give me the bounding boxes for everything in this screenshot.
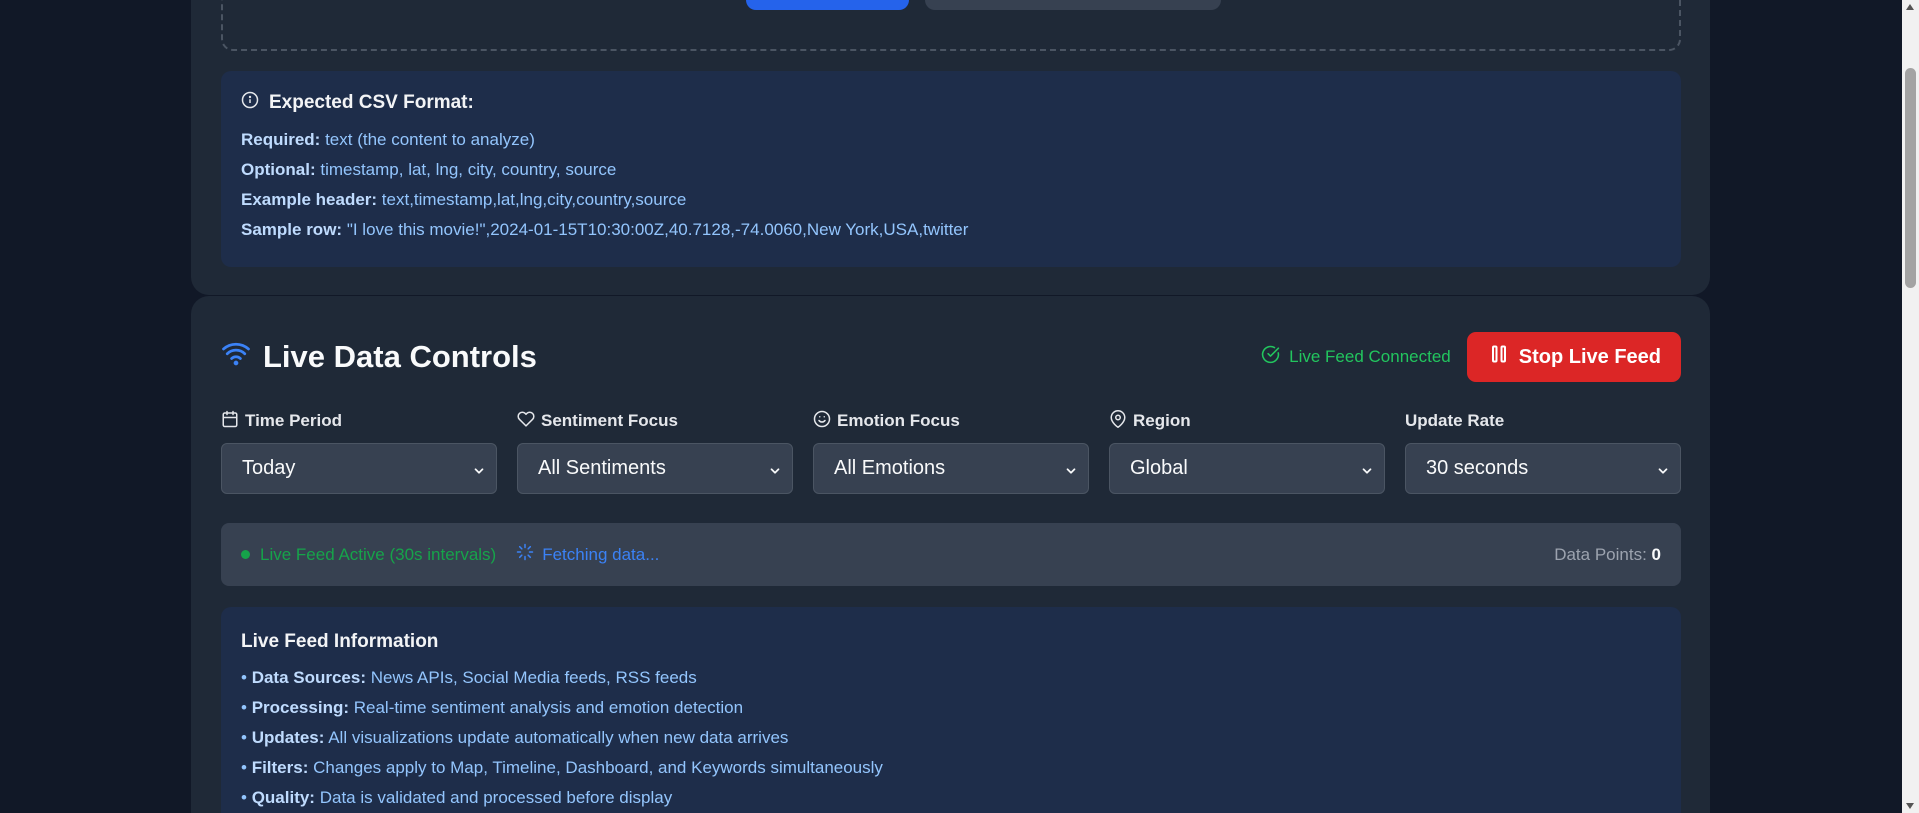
feed-item-label: Data Sources:	[251, 668, 367, 687]
data-points-value: 0	[1651, 544, 1661, 564]
info-icon	[241, 91, 259, 115]
live-controls-heading: Live Data Controls	[221, 338, 537, 376]
pause-icon	[1491, 345, 1507, 369]
connection-status-text: Live Feed Connected	[1289, 347, 1451, 366]
filter-label-text: Update Rate	[1405, 411, 1505, 430]
live-data-controls-card: Live Data Controls Live Feed Connected S…	[191, 296, 1710, 813]
filter-label: Update Rate	[1405, 409, 1681, 433]
stop-live-feed-label: Stop Live Feed	[1518, 345, 1661, 368]
select-value: All Sentiments	[538, 457, 666, 479]
csv-line-value: "I love this movie!",2024-01-15T10:30:00…	[346, 220, 969, 239]
time-period-select[interactable]: Today	[221, 443, 497, 494]
calendar-icon	[221, 410, 239, 433]
csv-line-label: Optional:	[241, 160, 316, 179]
chevron-down-icon	[1064, 461, 1078, 484]
filter-emotion-focus: Emotion Focus All Emotions	[813, 409, 1089, 494]
csv-line-label: Example header:	[241, 190, 378, 209]
feed-item-value: Real-time sentiment analysis and emotion…	[353, 698, 744, 717]
csv-example-header-line: Example header: text,timestamp,lat,lng,c…	[241, 185, 1661, 215]
emotion-focus-select[interactable]: All Emotions	[813, 443, 1089, 494]
feed-item-value: Changes apply to Map, Timeline, Dashboar…	[313, 758, 883, 777]
upload-secondary-button[interactable]	[925, 0, 1221, 10]
upload-card: Expected CSV Format: Required: text (the…	[191, 0, 1710, 295]
data-points-counter: Data Points: 0	[1554, 545, 1661, 565]
filter-controls: Time Period Today Sentiment Focus All Se…	[221, 409, 1681, 494]
csv-required-line: Required: text (the content to analyze)	[241, 125, 1661, 155]
live-controls-title: Live Data Controls	[263, 339, 537, 374]
csv-line-label: Sample row:	[241, 220, 343, 239]
filter-label: Emotion Focus	[813, 409, 1089, 433]
csv-sample-row-line: Sample row: "I love this movie!",2024-01…	[241, 215, 1661, 245]
filter-label-text: Time Period	[245, 411, 342, 430]
status-dot	[241, 550, 250, 559]
feed-info-item: • Filters: Changes apply to Map, Timelin…	[241, 758, 883, 777]
fetching-text: Fetching data...	[542, 544, 660, 564]
live-controls-header: Live Data Controls Live Feed Connected S…	[221, 332, 1681, 382]
feed-item-value: All visualizations update automatically …	[328, 728, 789, 747]
scroll-down-arrow-icon[interactable]	[1906, 803, 1914, 809]
chevron-down-icon	[768, 461, 782, 484]
feed-item-label: Updates:	[251, 728, 325, 747]
filter-region: Region Global	[1109, 409, 1385, 494]
feed-info-item: • Data Sources: News APIs, Social Media …	[241, 668, 697, 687]
wifi-icon	[221, 338, 251, 376]
feed-info-item: • Processing: Real-time sentiment analys…	[241, 698, 744, 717]
chevron-down-icon	[1656, 461, 1670, 484]
filter-label-text: Sentiment Focus	[541, 411, 678, 430]
live-feed-active-text: Live Feed Active (30s intervals)	[260, 544, 497, 564]
select-value: 30 seconds	[1426, 457, 1529, 479]
csv-format-info: Expected CSV Format: Required: text (the…	[221, 71, 1681, 267]
filter-label: Time Period	[221, 409, 497, 433]
select-value: All Emotions	[834, 457, 946, 479]
fetching-indicator: Fetching data...	[516, 543, 659, 566]
csv-format-heading: Expected CSV Format:	[241, 91, 1661, 115]
data-points-label: Data Points:	[1554, 544, 1647, 564]
sentiment-focus-select[interactable]: All Sentiments	[517, 443, 793, 494]
scroll-up-arrow-icon[interactable]	[1906, 4, 1914, 10]
filter-label: Sentiment Focus	[517, 409, 793, 433]
feed-info-title: Live Feed Information	[241, 631, 439, 652]
csv-line-value: text,timestamp,lat,lng,city,country,sour…	[381, 190, 687, 209]
csv-line-value: timestamp, lat, lng, city, country, sour…	[320, 160, 617, 179]
map-pin-icon	[1109, 409, 1127, 433]
feed-item-value: News APIs, Social Media feeds, RSS feeds	[370, 668, 697, 687]
filter-time-period: Time Period Today	[221, 409, 497, 494]
feed-info-item: • Updates: All visualizations update aut…	[241, 728, 789, 747]
select-value: Global	[1130, 457, 1188, 479]
filter-update-rate: Update Rate 30 seconds	[1405, 409, 1681, 494]
live-status-bar: Live Feed Active (30s intervals) Fetchin…	[221, 523, 1681, 586]
csv-line-label: Required:	[241, 130, 321, 149]
vertical-scrollbar[interactable]	[1902, 0, 1919, 813]
scrollbar-thumb[interactable]	[1905, 68, 1916, 288]
check-circle-icon	[1261, 345, 1280, 369]
loader-icon	[516, 543, 534, 566]
feed-item-label: Processing:	[251, 698, 349, 717]
feed-item-value: Data is validated and processed before d…	[319, 788, 673, 807]
chevron-down-icon	[472, 461, 486, 484]
live-controls-actions: Live Feed Connected Stop Live Feed	[1261, 332, 1681, 382]
filter-sentiment-focus: Sentiment Focus All Sentiments	[517, 409, 793, 494]
page-viewport: Expected CSV Format: Required: text (the…	[0, 0, 1919, 813]
select-value: Today	[242, 457, 296, 479]
update-rate-select[interactable]: 30 seconds	[1405, 443, 1681, 494]
csv-optional-line: Optional: timestamp, lat, lng, city, cou…	[241, 155, 1661, 185]
chevron-down-icon	[1360, 461, 1374, 484]
heart-icon	[517, 410, 535, 433]
smile-icon	[813, 410, 831, 433]
stop-live-feed-button[interactable]: Stop Live Feed	[1466, 332, 1681, 382]
filter-label: Region	[1109, 409, 1385, 433]
upload-primary-button[interactable]	[746, 0, 909, 10]
region-select[interactable]: Global	[1109, 443, 1385, 494]
csv-format-title: Expected CSV Format:	[269, 92, 474, 113]
feed-item-label: Filters:	[251, 758, 309, 777]
filter-label-text: Emotion Focus	[837, 411, 960, 430]
feed-info-item: • Quality: Data is validated and process…	[241, 788, 673, 807]
csv-line-value: text (the content to analyze)	[325, 130, 535, 149]
feed-item-label: Quality:	[251, 788, 315, 807]
filter-label-text: Region	[1133, 411, 1191, 430]
connection-status: Live Feed Connected	[1261, 345, 1451, 369]
csv-dropzone[interactable]	[221, 0, 1681, 51]
live-feed-information: Live Feed Information • Data Sources: Ne…	[221, 607, 1681, 813]
